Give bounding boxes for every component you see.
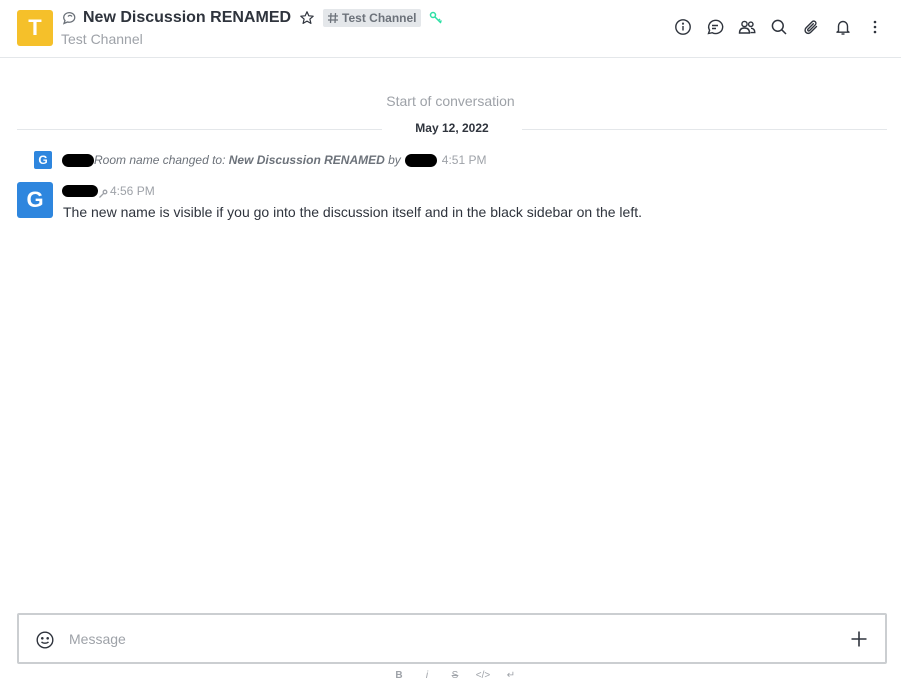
code-button[interactable]: </>: [469, 670, 497, 680]
room-subtitle[interactable]: Test Channel: [61, 31, 143, 47]
star-icon[interactable]: [299, 10, 315, 26]
members-icon[interactable]: [737, 17, 757, 37]
room-avatar[interactable]: T: [17, 10, 53, 46]
multiline-button[interactable]: ↵: [497, 670, 525, 680]
start-of-conversation: Start of conversation: [386, 93, 515, 109]
message-time: 4:51 PM: [441, 153, 487, 167]
kebab-menu-icon[interactable]: [865, 17, 885, 37]
key-icon: [98, 186, 108, 198]
files-icon[interactable]: [801, 17, 821, 37]
system-message-text: Room name changed to: New Discussion REN…: [94, 153, 401, 167]
bell-icon[interactable]: [833, 17, 853, 37]
avatar[interactable]: G: [17, 182, 53, 218]
message-text: The new name is visible if you go into t…: [63, 204, 642, 220]
message: G 4:56 PM The new name is visible if you…: [17, 182, 887, 222]
formatting-toolbar: B i S </> ↵: [385, 668, 525, 680]
discussion-icon: [62, 10, 78, 26]
info-icon[interactable]: [673, 17, 693, 37]
message-input[interactable]: [69, 627, 829, 651]
strike-button[interactable]: S: [441, 670, 469, 680]
parent-channel-tag[interactable]: Test Channel: [323, 9, 421, 27]
parent-channel-label: Test Channel: [342, 11, 417, 25]
message-time: 4:56 PM: [110, 184, 155, 198]
room-title: New Discussion RENAMED: [83, 9, 292, 26]
search-icon[interactable]: [769, 17, 789, 37]
redacted-username[interactable]: [62, 153, 94, 167]
bold-button[interactable]: B: [385, 670, 413, 680]
header-toolbar: [661, 17, 885, 37]
redacted-username[interactable]: [404, 153, 437, 167]
system-message-by: by: [384, 153, 401, 167]
divider-date: May 12, 2022: [382, 121, 522, 135]
message-composer: [17, 613, 887, 664]
system-message: G Room name changed to: New Discussion R…: [34, 150, 487, 170]
key-icon: [429, 11, 443, 25]
redacted-username[interactable]: [62, 185, 98, 197]
plus-icon[interactable]: [849, 629, 869, 649]
title-row: New Discussion RENAMED Test Channel: [62, 8, 443, 28]
system-message-new-name: New Discussion RENAMED: [228, 153, 385, 167]
hashtag-icon: [328, 12, 339, 24]
avatar[interactable]: G: [34, 151, 52, 169]
emoji-icon[interactable]: [35, 630, 55, 650]
system-message-prefix: Room name changed to:: [94, 153, 229, 167]
date-divider: May 12, 2022: [17, 119, 887, 139]
italic-button[interactable]: i: [413, 670, 441, 680]
message-header: 4:56 PM: [62, 183, 155, 199]
threads-icon[interactable]: [705, 17, 725, 37]
room-header: T New Discussion RENAMED Test Channel Te…: [0, 0, 901, 58]
